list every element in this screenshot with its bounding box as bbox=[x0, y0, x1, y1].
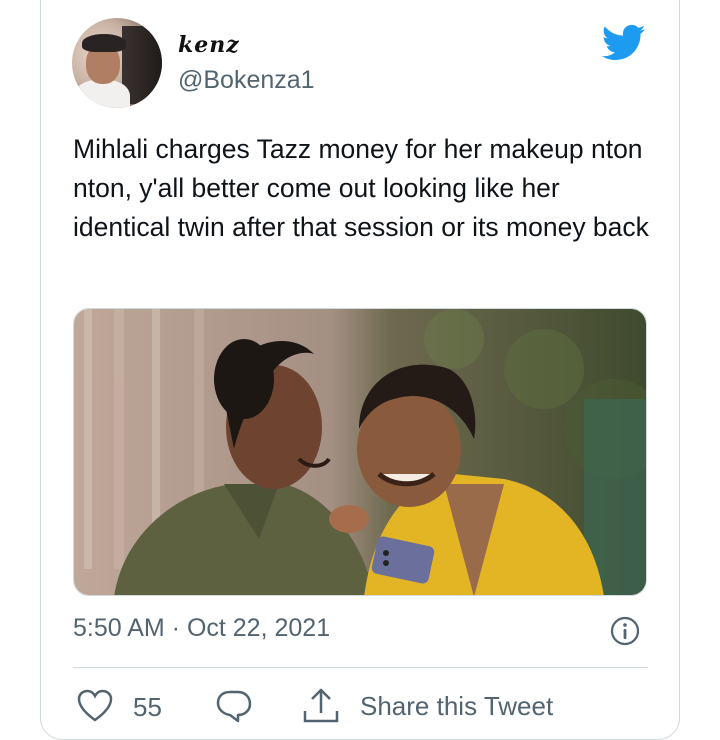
photo-illustration bbox=[74, 309, 646, 595]
share-icon bbox=[303, 688, 339, 723]
tweet-timestamp[interactable]: 5:50 AM · Oct 22, 2021 bbox=[73, 614, 330, 643]
display-name[interactable]: kenz bbox=[178, 32, 240, 58]
heart-icon bbox=[77, 689, 113, 722]
tweet-actions: 55 Share this Tweet bbox=[73, 686, 653, 726]
share-tweet-label[interactable]: Share this Tweet bbox=[360, 691, 553, 722]
tweet-text: Mihlali charges Tazz money for her makeu… bbox=[73, 134, 649, 242]
user-avatar[interactable] bbox=[72, 18, 162, 108]
like-count: 55 bbox=[133, 692, 162, 722]
reply-icon bbox=[216, 690, 252, 723]
twitter-bird-icon bbox=[602, 24, 646, 61]
reply-button[interactable] bbox=[216, 686, 252, 726]
like-button[interactable] bbox=[77, 686, 113, 726]
user-handle[interactable]: @Bokenza1 bbox=[178, 66, 315, 95]
tweet-media-photo[interactable] bbox=[73, 308, 647, 596]
share-button[interactable] bbox=[301, 686, 341, 726]
divider bbox=[73, 667, 648, 668]
info-icon[interactable] bbox=[610, 616, 640, 646]
